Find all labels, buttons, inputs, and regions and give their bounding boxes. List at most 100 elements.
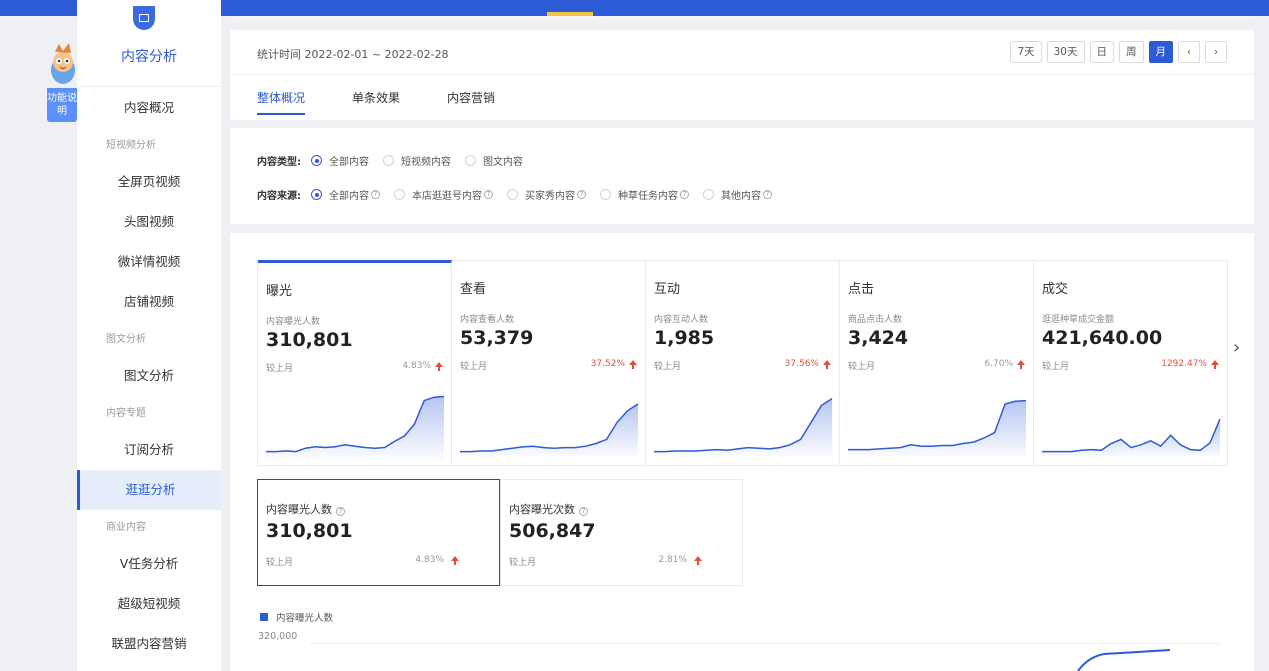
sidebar-item[interactable]: 图文分析	[77, 356, 221, 396]
chart-legend[interactable]: 内容曝光人数	[260, 610, 333, 624]
filter-radio[interactable]: 买家秀内容?	[507, 187, 586, 202]
sidebar-item[interactable]: 全屏页视频	[77, 162, 221, 202]
filter-radio[interactable]: 种草任务内容?	[600, 187, 689, 202]
sidebar-group-label: 短视频分析	[106, 140, 156, 151]
date-button[interactable]: 30天	[1046, 41, 1085, 63]
metric-tile[interactable]: 成交 逛逛种草成交金额 421,640.00 较上月 1292.47%	[1034, 261, 1227, 465]
metric-value: 310,801	[266, 329, 353, 351]
help-icon[interactable]: ?	[577, 190, 586, 199]
content-source-label: 内容来源:	[257, 191, 301, 202]
help-icon[interactable]: ?	[484, 190, 493, 199]
filter-radio[interactable]: 全部内容	[311, 153, 369, 168]
chevron-right-icon[interactable]: ›	[1233, 337, 1240, 358]
filter-radio[interactable]: 本店逛逛号内容?	[394, 187, 493, 202]
metric-tile[interactable]: 查看 内容查看人数 53,379 较上月 37.52%	[452, 261, 646, 465]
date-button[interactable]: 月	[1148, 41, 1173, 63]
metric-tile[interactable]: 曝光 内容曝光人数 310,801 较上月 4.83%	[258, 260, 452, 464]
help-icon[interactable]: ?	[579, 507, 588, 516]
filter-radio[interactable]: 短视频内容	[383, 153, 451, 168]
metric-value: 1,985	[654, 327, 715, 349]
metric-change-value: 37.56%	[784, 359, 819, 369]
metric-subtitle: 内容互动人数	[654, 315, 709, 325]
filter-card: 内容类型: 全部内容 短视频内容 图文内容 内容来源: 全部内容? 本店逛逛号内容? 买…	[230, 128, 1254, 224]
sidebar-group-label: 图文分析	[106, 334, 146, 345]
metric-compare-label: 较上月	[654, 362, 682, 372]
metric-tile[interactable]: 互动内容互动人数 1,985 较上月 37.56%	[646, 261, 840, 465]
radio-label: 全部内容	[329, 191, 369, 202]
sub-metric-title-text: 内容曝光人数	[266, 503, 332, 516]
metric-title: 查看	[460, 282, 487, 297]
help-icon[interactable]: ?	[680, 190, 689, 199]
tab-item[interactable]: 内容营销	[447, 89, 495, 106]
metric-subtitle: 内容查看人数	[460, 315, 515, 325]
filter-radio[interactable]: 图文内容	[465, 153, 523, 168]
help-icon[interactable]: ?	[336, 507, 345, 516]
sidebar-title: 内容分析	[121, 49, 177, 65]
sub-metric-title: 内容曝光人数?	[266, 501, 345, 517]
filter-radio[interactable]: 全部内容?	[311, 187, 380, 202]
sub-metric-title-text: 内容曝光次数	[509, 503, 575, 516]
radio-label: 短视频内容	[401, 157, 451, 168]
radio-circle-icon	[383, 155, 394, 166]
sub-metric-card[interactable]: 内容曝光人数? 310,801 较上月 4.83%	[257, 479, 500, 586]
radio-circle-icon	[311, 155, 322, 166]
arrow-up-icon	[1017, 360, 1025, 369]
sidebar-item[interactable]: 逛逛分析	[77, 470, 221, 510]
help-icon[interactable]: ?	[763, 190, 772, 199]
metric-title: 曝光	[266, 284, 293, 299]
metric-compare-label: 较上月	[266, 364, 294, 374]
sidebar-item[interactable]: 微详情视频	[77, 242, 221, 282]
metric-change: 6.70%	[984, 359, 1025, 369]
metric-subtitle: 逛逛种草成交金额	[1042, 315, 1115, 325]
sidebar-group-label: 商业内容	[106, 522, 146, 533]
sidebar: 内容分析 内容概况 短视频分析 全屏页视频 头图视频 微详情视频 店铺视频 图文分析 图文分析…	[77, 0, 221, 671]
sidebar-item[interactable]: 头图视频	[77, 202, 221, 242]
radio-label: 种草任务内容	[618, 191, 678, 202]
content-source-filter: 内容来源: 全部内容? 本店逛逛号内容? 买家秀内容? 种草任务内容? 其他内容?	[257, 187, 786, 202]
sidebar-item[interactable]: 超级短视频	[77, 584, 221, 624]
radio-label: 图文内容	[483, 157, 523, 168]
sidebar-item[interactable]: 订阅分析	[77, 430, 221, 470]
metric-sparkline	[266, 395, 445, 459]
date-button[interactable]: 周	[1119, 41, 1144, 63]
metric-change-value: 1292.47%	[1161, 359, 1207, 369]
sub-metric-cards: 内容曝光人数? 310,801 较上月 4.83% 内容曝光次数? 506,847 较上月 2…	[257, 479, 743, 586]
date-button[interactable]: ‹	[1178, 41, 1200, 63]
arrow-up-icon	[1211, 360, 1219, 369]
date-button[interactable]: 7天	[1010, 41, 1042, 63]
radio-circle-icon	[507, 189, 518, 200]
metric-value: 3,424	[848, 327, 909, 349]
function-help-button[interactable]: 功能说明	[47, 88, 77, 122]
date-button[interactable]: 日	[1089, 41, 1114, 63]
sub-metric-value: 506,847	[509, 520, 596, 542]
sidebar-item[interactable]: 联盟内容营销	[77, 624, 221, 664]
function-help[interactable]: 功能说明	[47, 40, 77, 122]
metric-title: 成交	[1042, 282, 1069, 297]
radio-circle-icon	[600, 189, 611, 200]
sub-metric-compare-label: 较上月	[266, 558, 294, 568]
tab-item[interactable]: 单条效果	[352, 89, 400, 106]
metric-title: 互动	[654, 282, 681, 297]
tab-item[interactable]: 整体概况	[257, 89, 306, 115]
radio-label: 全部内容	[329, 157, 369, 168]
content-type-label: 内容类型:	[257, 157, 301, 168]
arrow-up-icon	[694, 556, 702, 565]
sub-metric-value: 310,801	[266, 520, 353, 542]
help-icon[interactable]: ?	[371, 190, 380, 199]
sub-metric-card[interactable]: 内容曝光次数? 506,847 较上月 2.81%	[500, 479, 743, 586]
sidebar-item[interactable]: 店铺视频	[77, 282, 221, 322]
metric-compare-label: 较上月	[1042, 362, 1070, 372]
notice-strip	[230, 16, 1254, 22]
sidebar-item[interactable]: V任务分析	[77, 544, 221, 584]
metric-change-value: 6.70%	[984, 359, 1013, 369]
date-button[interactable]: ›	[1205, 41, 1227, 63]
filter-radio[interactable]: 其他内容?	[703, 187, 772, 202]
radio-circle-icon	[465, 155, 476, 166]
radio-label: 本店逛逛号内容	[412, 191, 482, 202]
sidebar-item[interactable]: 内容概况	[77, 88, 221, 128]
metric-tile[interactable]: 点击 商品点击人数 3,424 较上月 6.70%	[840, 261, 1034, 465]
metric-title: 点击	[848, 282, 875, 297]
date-tabs-card: 统计时间 2022-02-01 ~ 2022-02-28 7天 30天日周月 ‹ › …	[230, 30, 1254, 120]
metric-sparkline	[1042, 418, 1221, 457]
radio-circle-icon	[703, 189, 714, 200]
